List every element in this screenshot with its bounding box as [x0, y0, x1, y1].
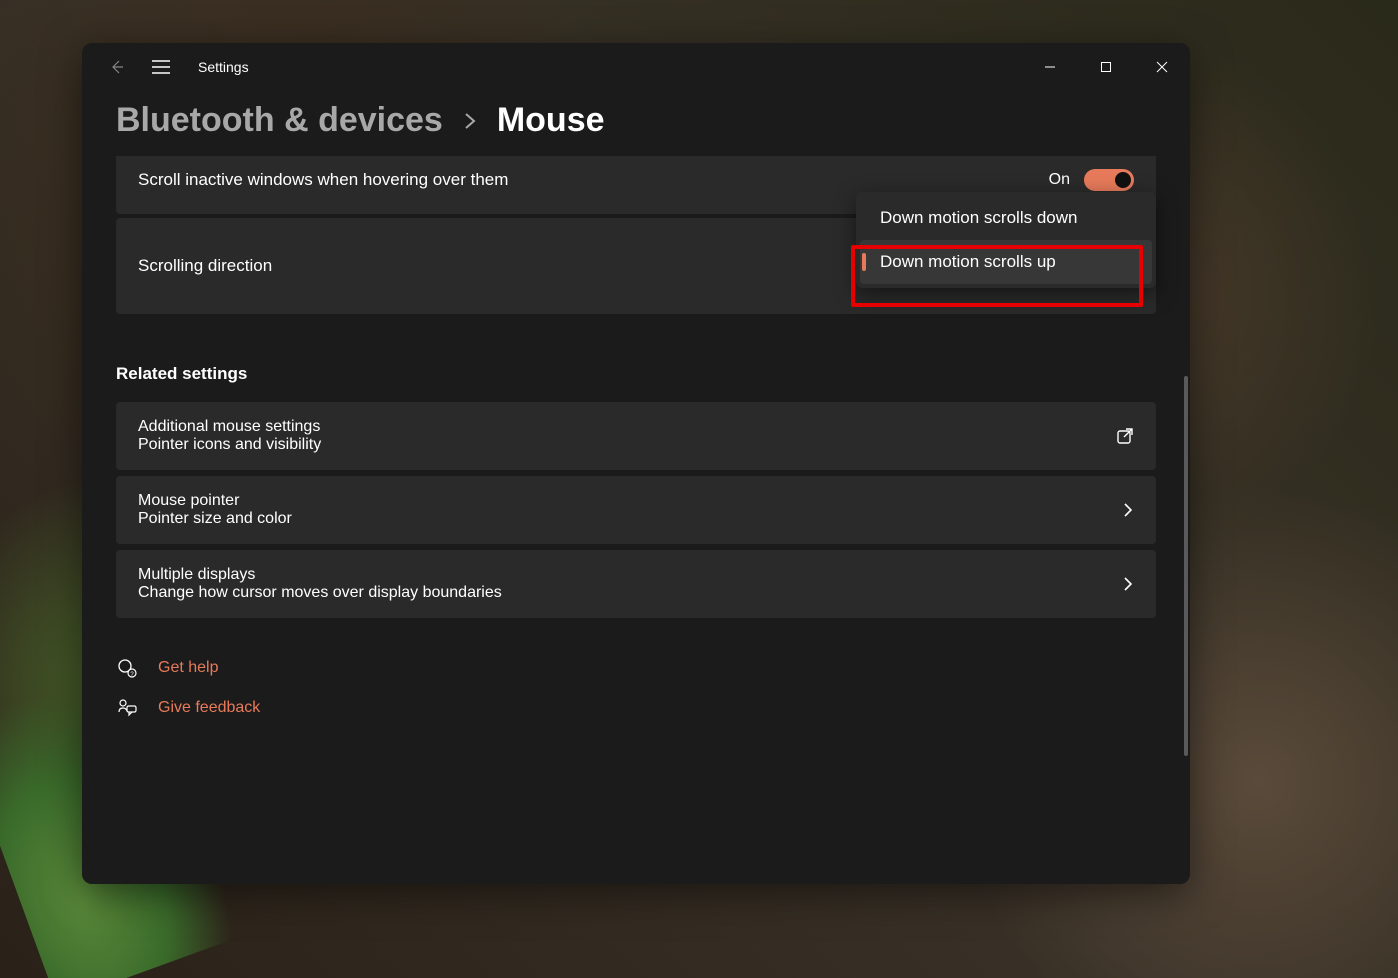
scroll-inactive-label: Scroll inactive windows when hovering ov…: [138, 170, 508, 190]
link-subtitle: Pointer icons and visibility: [138, 436, 321, 454]
toggle-knob: [1115, 172, 1131, 188]
give-feedback-label: Give feedback: [158, 699, 260, 717]
help-icon: ?: [116, 658, 138, 678]
feedback-icon: [116, 698, 138, 718]
toggle-state-text: On: [1049, 171, 1070, 189]
window-controls: [1022, 43, 1190, 91]
breadcrumb: Bluetooth & devices Mouse: [82, 91, 1190, 156]
nav-menu-button[interactable]: [144, 50, 178, 84]
chevron-right-icon: [463, 111, 477, 131]
scroll-direction-label: Scrolling direction: [138, 256, 272, 276]
footer-links: ? Get help Give feedback: [116, 658, 1156, 718]
give-feedback-link[interactable]: Give feedback: [116, 698, 1156, 718]
close-button[interactable]: [1134, 43, 1190, 91]
breadcrumb-parent[interactable]: Bluetooth & devices: [116, 101, 443, 140]
maximize-button[interactable]: [1078, 43, 1134, 91]
chevron-right-icon: [1122, 576, 1134, 592]
link-subtitle: Change how cursor moves over display bou…: [138, 584, 502, 602]
app-title: Settings: [198, 59, 249, 75]
scrollbar[interactable]: [1184, 376, 1188, 756]
link-title: Additional mouse settings: [138, 418, 321, 436]
chevron-right-icon: [1122, 502, 1134, 518]
titlebar: Settings: [82, 43, 1190, 91]
get-help-link[interactable]: ? Get help: [116, 658, 1156, 678]
link-title: Mouse pointer: [138, 492, 292, 510]
related-settings-heading: Related settings: [116, 364, 1156, 384]
minimize-button[interactable]: [1022, 43, 1078, 91]
get-help-label: Get help: [158, 659, 218, 677]
settings-content: Scroll inactive windows when hovering ov…: [82, 156, 1190, 884]
hamburger-icon: [152, 60, 170, 74]
close-icon: [1156, 61, 1168, 73]
minimize-icon: [1044, 61, 1056, 73]
link-subtitle: Pointer size and color: [138, 510, 292, 528]
scroll-direction-dropdown: Down motion scrolls down Down motion scr…: [856, 192, 1156, 288]
back-button[interactable]: [100, 50, 134, 84]
scroll-inactive-toggle[interactable]: [1084, 169, 1134, 191]
settings-window: Settings Bluetooth & devices Mouse Scrol…: [82, 43, 1190, 884]
arrow-left-icon: [109, 59, 125, 75]
mouse-pointer-row[interactable]: Mouse pointer Pointer size and color: [116, 476, 1156, 544]
additional-mouse-settings-row[interactable]: Additional mouse settings Pointer icons …: [116, 402, 1156, 470]
multiple-displays-row[interactable]: Multiple displays Change how cursor move…: [116, 550, 1156, 618]
dropdown-option-up[interactable]: Down motion scrolls up: [860, 240, 1152, 284]
maximize-icon: [1100, 61, 1112, 73]
breadcrumb-current: Mouse: [497, 101, 605, 140]
open-external-icon: [1116, 427, 1134, 445]
dropdown-option-down[interactable]: Down motion scrolls down: [860, 196, 1152, 240]
link-title: Multiple displays: [138, 566, 502, 584]
